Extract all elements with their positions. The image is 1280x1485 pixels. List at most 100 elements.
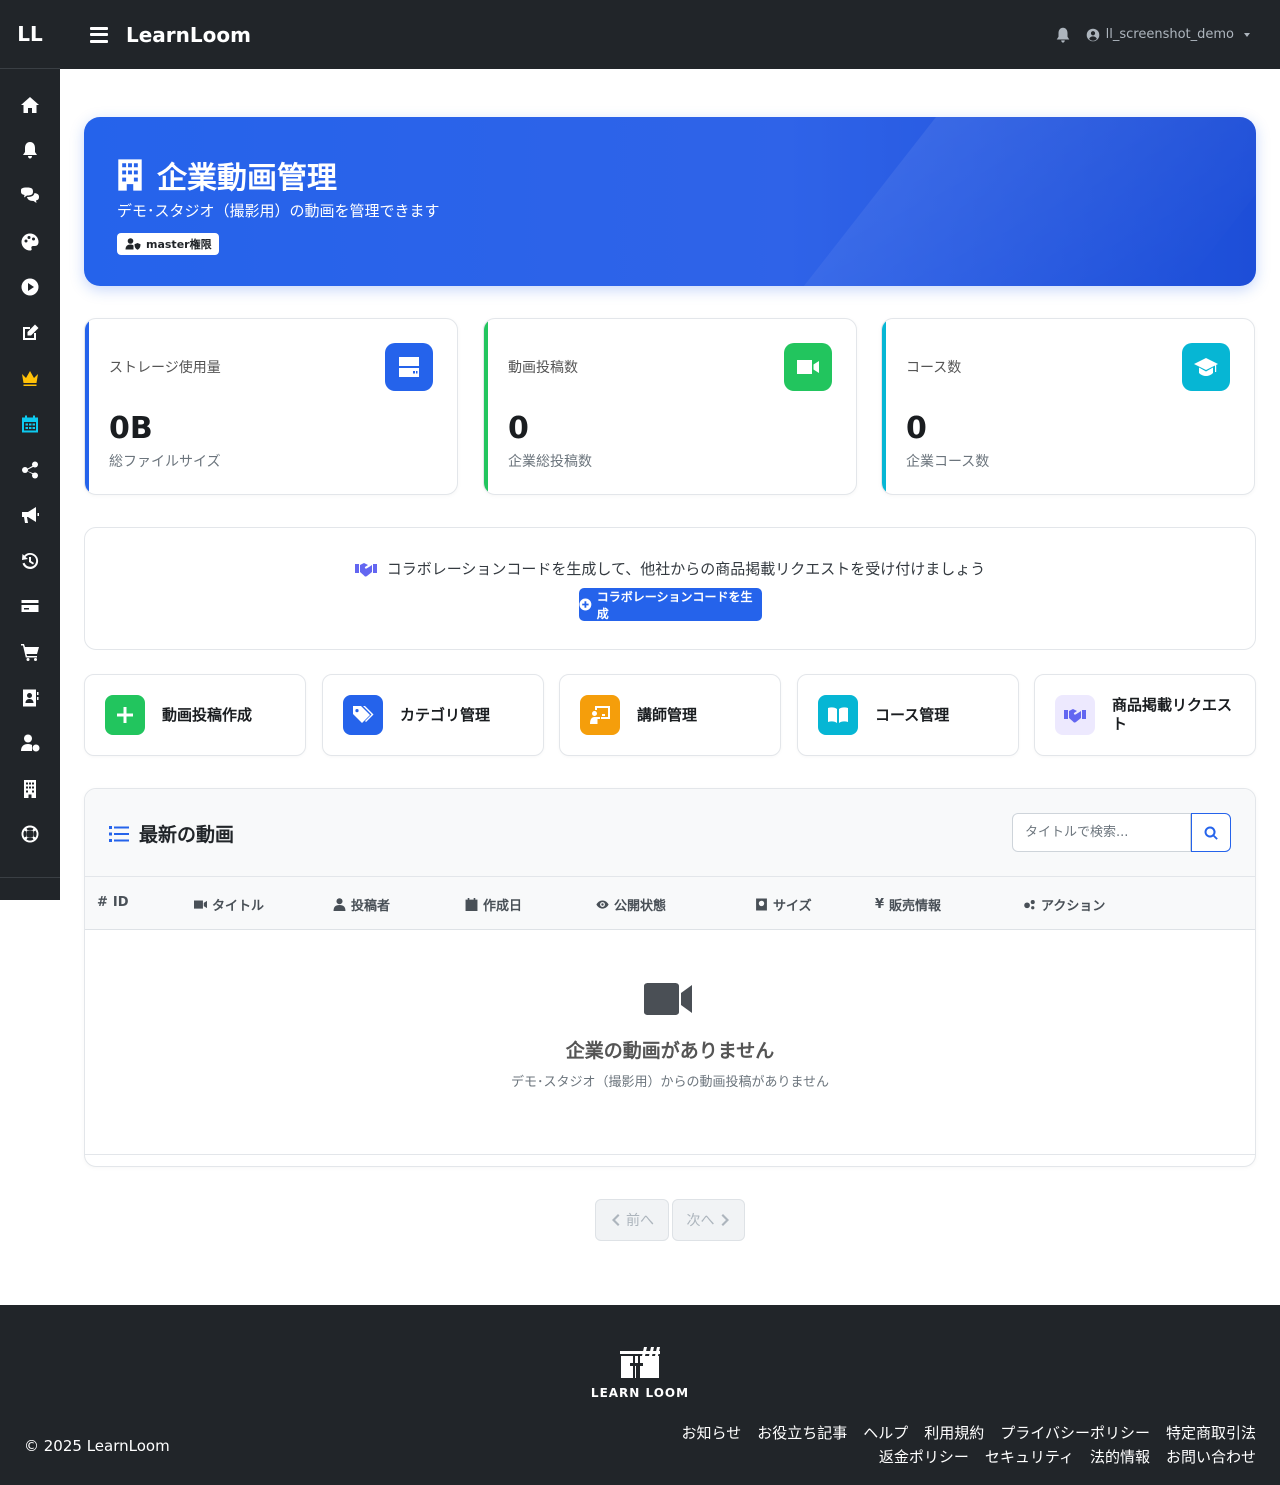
- footer-link-commerce-law[interactable]: 特定商取引法: [1166, 1421, 1256, 1445]
- building-icon: [24, 779, 36, 798]
- card-icon: [21, 600, 39, 613]
- stat-description: 企業コース数: [906, 454, 990, 470]
- bell-icon: [23, 142, 37, 159]
- chalkboard-teacher-icon: [580, 695, 620, 735]
- column-id[interactable]: # ID: [97, 895, 129, 910]
- sidebar-item-home[interactable]: [0, 82, 60, 128]
- tile-instructor-management[interactable]: 講師管理: [559, 674, 781, 756]
- stat-value: 0: [906, 411, 927, 446]
- sidebar-nav: [0, 69, 60, 857]
- sidebar-item-support[interactable]: [0, 812, 60, 858]
- column-visibility[interactable]: 公開状態: [596, 895, 666, 914]
- stat-value: 0: [508, 411, 529, 446]
- collaboration-message: コラボレーションコードを生成して、他社からの商品掲載リクエストを受け付けましょう: [85, 558, 1255, 579]
- tags-icon: [343, 695, 383, 735]
- footer-link-contact[interactable]: お問い合わせ: [1166, 1445, 1256, 1469]
- tile-label: コース管理: [875, 705, 950, 724]
- footer-link-legal[interactable]: 法的情報: [1090, 1445, 1150, 1469]
- column-title[interactable]: タイトル: [194, 895, 264, 914]
- page-title: 企業動画管理: [117, 153, 337, 197]
- handshake-icon: [354, 562, 377, 577]
- chevron-right-icon: [721, 1214, 729, 1226]
- cart-icon: [21, 643, 39, 661]
- sidebar-brand[interactable]: LL: [0, 0, 60, 69]
- contact-icon: [23, 689, 39, 707]
- sidebar-item-notifications[interactable]: [0, 128, 60, 174]
- megaphone-icon: [22, 507, 39, 524]
- hero-banner: 企業動画管理 デモ･スタジオ（撮影用）の動画を管理できます master権限: [84, 117, 1256, 286]
- generate-collab-code-button[interactable]: コラボレーションコードを生成: [579, 588, 762, 621]
- column-author[interactable]: 投稿者: [333, 895, 390, 914]
- yen-icon: ¥: [875, 897, 885, 912]
- tile-category-management[interactable]: カテゴリ管理: [322, 674, 544, 756]
- search-button[interactable]: [1191, 813, 1231, 852]
- sidebar-item-cart[interactable]: [0, 629, 60, 675]
- tile-create-video[interactable]: 動画投稿作成: [84, 674, 306, 756]
- plus-circle-icon: [579, 598, 592, 611]
- tile-label: カテゴリ管理: [400, 705, 491, 724]
- video-icon: [194, 900, 207, 909]
- column-size[interactable]: サイズ: [755, 895, 812, 914]
- column-created[interactable]: 作成日: [465, 895, 522, 914]
- sidebar-item-user-settings[interactable]: [0, 720, 60, 766]
- empty-state-subtitle: デモ･スタジオ（撮影用）からの動画投稿がありません: [510, 1075, 830, 1090]
- footer-link-refund[interactable]: 返金ポリシー: [879, 1445, 969, 1469]
- user-menu[interactable]: ll_screenshot_demo: [1086, 27, 1250, 42]
- tile-label: 動画投稿作成: [162, 705, 253, 724]
- footer-link-terms[interactable]: 利用規約: [924, 1421, 984, 1445]
- sidebar-item-chat[interactable]: [0, 173, 60, 219]
- user-gear-icon: [21, 734, 40, 752]
- footer: LEARN LOOM © 2025 LearnLoom お知らせ お役立ち記事 ヘル…: [0, 1305, 1280, 1485]
- collaboration-text: コラボレーションコードを生成して、他社からの商品掲載リクエストを受け付けましょう: [386, 560, 986, 578]
- sidebar-item-company[interactable]: [0, 766, 60, 812]
- footer-link-articles[interactable]: お役立ち記事: [757, 1421, 847, 1445]
- tile-label: 商品掲載リクエスト: [1112, 696, 1233, 733]
- calendar-icon: [465, 898, 478, 911]
- video-search: [1012, 813, 1231, 852]
- book-open-icon: [818, 695, 858, 735]
- table-header: # ID タイトル 投稿者 作成日 公開状態 サイズ ¥ 販売情報 アクション: [85, 877, 1255, 930]
- column-actions[interactable]: アクション: [1023, 895, 1105, 914]
- hero-decoration: [803, 117, 1256, 286]
- stat-label: ストレージ使用量: [109, 360, 221, 376]
- stat-card-videos: 動画投稿数 0 企業総投稿数: [483, 318, 857, 495]
- sidebar-item-premium[interactable]: [0, 356, 60, 402]
- pagination-next-button[interactable]: 次へ: [672, 1199, 745, 1241]
- tile-course-management[interactable]: コース管理: [797, 674, 1019, 756]
- eye-icon: [596, 900, 609, 909]
- footer-link-security[interactable]: セキュリティ: [985, 1445, 1074, 1469]
- stat-card-courses: コース数 0 企業コース数: [881, 318, 1255, 495]
- notification-bell-icon[interactable]: [1054, 26, 1072, 44]
- footer-link-help[interactable]: ヘルプ: [863, 1421, 908, 1445]
- sidebar-item-play[interactable]: [0, 264, 60, 310]
- sidebar-item-announcements[interactable]: [0, 492, 60, 538]
- sidebar-item-share[interactable]: [0, 447, 60, 493]
- sidebar-item-billing[interactable]: [0, 584, 60, 630]
- search-icon: [1204, 825, 1218, 840]
- username: ll_screenshot_demo: [1105, 27, 1234, 42]
- column-sales[interactable]: ¥ 販売情報: [875, 895, 941, 914]
- home-icon: [21, 96, 39, 113]
- empty-state: 企業の動画がありません デモ･スタジオ（撮影用）からの動画投稿がありません: [85, 930, 1255, 1155]
- latest-videos-title-text: 最新の動画: [139, 824, 235, 846]
- palette-icon: [21, 233, 39, 251]
- footer-link-news[interactable]: お知らせ: [682, 1421, 742, 1445]
- sidebar-item-edit[interactable]: [0, 310, 60, 356]
- sidebar-item-calendar[interactable]: [0, 401, 60, 447]
- menu-toggle-icon[interactable]: [90, 26, 108, 43]
- app-title[interactable]: LearnLoom: [126, 23, 251, 47]
- sidebar-item-palette[interactable]: [0, 219, 60, 265]
- footer-link-privacy[interactable]: プライバシーポリシー: [1000, 1421, 1150, 1445]
- edit-icon: [23, 324, 39, 340]
- play-icon: [21, 278, 39, 296]
- pagination-prev-button[interactable]: 前へ: [595, 1199, 669, 1241]
- sidebar-item-history[interactable]: [0, 538, 60, 584]
- sidebar-item-contacts[interactable]: [0, 675, 60, 721]
- sidebar-divider: [0, 877, 60, 878]
- search-input[interactable]: [1012, 813, 1191, 852]
- stat-description: 総ファイルサイズ: [109, 454, 221, 470]
- footer-logo[interactable]: LEARN LOOM: [0, 1345, 1280, 1400]
- user-icon: [333, 898, 346, 911]
- video-camera-icon: [644, 982, 692, 1020]
- tile-product-listing-requests[interactable]: 商品掲載リクエスト: [1034, 674, 1256, 756]
